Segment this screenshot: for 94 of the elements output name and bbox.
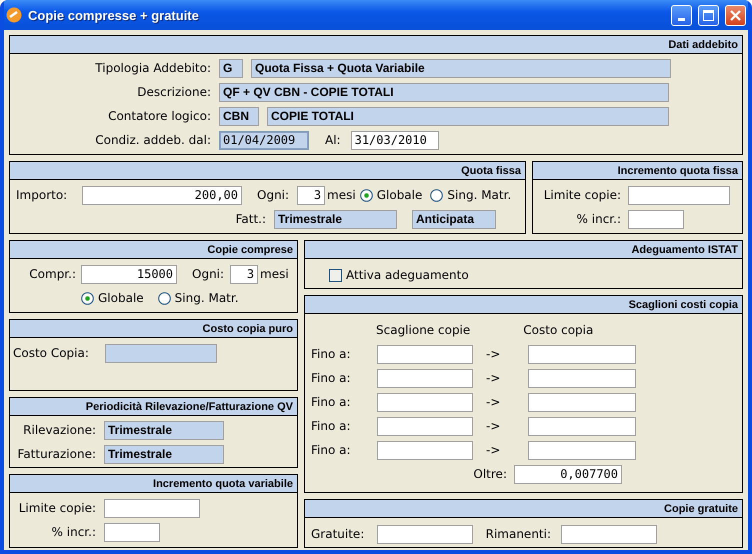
input-field[interactable] [104, 498, 200, 518]
field-label: -> [486, 395, 502, 409]
field-label: Descrizione: [136, 85, 211, 99]
maximize-button[interactable] [698, 4, 719, 26]
field-label: Fino a: [311, 443, 352, 457]
field-label: Compr.: [28, 267, 76, 281]
radio-icon [81, 292, 94, 304]
input-field[interactable]: QF + QV CBN - COPIE TOTALI [219, 82, 669, 102]
column-header: Scaglione copie [376, 323, 470, 337]
display-field[interactable] [105, 344, 217, 362]
field-label: Al: [325, 133, 341, 147]
radio-button[interactable]: Globale [81, 291, 144, 305]
field-label: Fino a: [311, 419, 352, 433]
field-label: Gratuite: [311, 527, 366, 541]
input-field[interactable]: 3 [297, 186, 326, 204]
section-title: Dati addebito [668, 38, 738, 50]
field-label: -> [486, 443, 502, 457]
field-label: Fatturazione: [16, 447, 96, 461]
field-label: Rilevazione: [22, 423, 96, 437]
radio-icon [360, 188, 373, 202]
field-label: Limite copie: [542, 188, 621, 202]
radio-button[interactable]: Globale [360, 188, 422, 202]
field-label: Ogni: [257, 188, 290, 202]
input-field[interactable]: COPIE TOTALI [267, 106, 669, 126]
section-title: Quota fissa [461, 164, 521, 176]
input-field[interactable] [528, 392, 636, 412]
minimize-icon [678, 18, 685, 20]
input-field[interactable] [104, 522, 160, 542]
input-field[interactable] [377, 344, 473, 364]
input-field[interactable] [528, 416, 636, 436]
input-field[interactable] [377, 392, 473, 412]
input-field[interactable]: 0,007700 [514, 464, 622, 484]
close-button[interactable] [725, 4, 746, 26]
section-title: Adeguamento ISTAT [631, 244, 738, 256]
field-label: Fatt.: [234, 212, 266, 226]
field-label: Condiz. addeb. dal: [94, 133, 211, 147]
input-field[interactable] [528, 368, 636, 388]
input-field[interactable]: CBN [219, 106, 259, 126]
input-field[interactable] [628, 186, 730, 204]
radio-icon [430, 188, 444, 202]
field-label: Costo Copia: [13, 346, 90, 360]
checkbox[interactable]: Attiva adeguamento [329, 268, 469, 282]
input-field[interactable]: Trimestrale [274, 210, 397, 228]
field-label: -> [486, 371, 502, 385]
minimize-button[interactable] [671, 4, 692, 26]
radio-button[interactable]: Sing. Matr. [430, 188, 512, 202]
field-label: mesi [260, 267, 289, 281]
input-field[interactable]: 01/04/2009 [219, 130, 309, 150]
field-label: -> [486, 347, 502, 361]
section-title: Periodicità Rilevazione/Fatturazione QV [86, 400, 293, 412]
field-label: Contatore logico: [107, 109, 211, 123]
input-field[interactable]: G [219, 58, 243, 78]
radio-icon [158, 292, 171, 304]
input-field[interactable] [377, 368, 473, 388]
section-title: Scaglioni costi copia [628, 298, 738, 310]
input-field[interactable]: Anticipata [412, 210, 496, 228]
field-label: -> [486, 419, 502, 433]
section-title: Incremento quota fissa [618, 164, 738, 176]
input-field[interactable]: 31/03/2010 [350, 130, 439, 150]
field-label: % incr.: [50, 525, 96, 539]
field-label: Importo: [16, 188, 68, 202]
field-label: Tipologia Addebito: [94, 61, 211, 75]
input-field[interactable] [377, 524, 473, 544]
display-field[interactable]: Trimestrale [104, 420, 224, 440]
input-field[interactable] [561, 524, 657, 544]
field-label: mesi [327, 188, 356, 202]
display-field[interactable]: Trimestrale [104, 444, 224, 464]
input-field[interactable]: 3 [230, 264, 258, 284]
input-field[interactable] [377, 440, 473, 460]
input-field[interactable]: Quota Fissa + Quota Variabile [251, 58, 671, 78]
section-title: Costo copia puro [202, 322, 293, 334]
field-label: Rimanenti: [484, 527, 551, 541]
radio-button[interactable]: Sing. Matr. [158, 291, 239, 305]
field-label: Oltre: [472, 467, 507, 481]
field-label: Fino a: [311, 395, 352, 409]
field-label: Fino a: [311, 347, 352, 361]
column-header: Costo copia [523, 323, 594, 337]
section-title: Copie comprese [207, 244, 293, 256]
section-title: Copie gratuite [664, 502, 738, 514]
window-title: Copie compresse + gratuite [28, 8, 200, 22]
input-field[interactable]: 15000 [81, 264, 177, 284]
close-icon [730, 10, 741, 20]
section-title: Incremento quota variabile [153, 478, 293, 490]
field-label: Ogni: [192, 267, 224, 281]
maximize-icon [703, 10, 714, 20]
input-field[interactable]: 200,00 [82, 186, 242, 204]
app-icon [6, 7, 22, 23]
field-label: Limite copie: [18, 501, 96, 515]
field-label: % incr.: [576, 212, 621, 226]
input-field[interactable] [528, 344, 636, 364]
input-field[interactable] [377, 416, 473, 436]
input-field[interactable] [628, 210, 684, 228]
field-label: Fino a: [311, 371, 352, 385]
input-field[interactable] [528, 440, 636, 460]
